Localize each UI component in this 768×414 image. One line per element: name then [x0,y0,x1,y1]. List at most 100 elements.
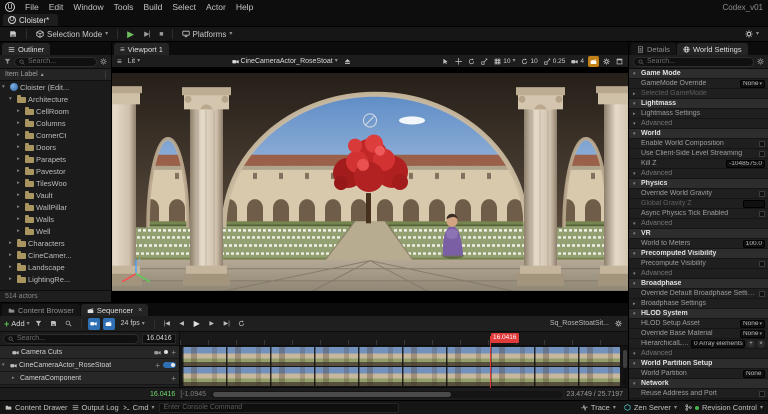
camera-lock-icon[interactable] [154,349,161,356]
sequence-breadcrumb[interactable]: Sq_RoseStoatSit... [550,320,609,327]
sequencer-add-button[interactable]: +Add▾ [4,319,30,329]
details-row[interactable]: ▸ Lightmass Settings ▾ + × [629,109,768,119]
rotation-snap-toggle[interactable]: 10 [519,56,539,67]
lock-viewport-to-camera-button[interactable] [103,318,115,330]
details-row[interactable]: ▾ Precomputed Visibility ▾ + × [629,249,768,259]
zen-server-button[interactable]: Zen Server ▾ [624,403,677,412]
add-section-icon[interactable]: + [171,374,176,383]
menu-item[interactable]: Actor [201,2,231,12]
sequencer-track[interactable]: ▾ CineCameraActor_RoseStoat + [0,359,179,372]
details-row[interactable]: ▾ Physics ▾ + × [629,179,768,189]
details-settings-icon[interactable] [757,58,764,65]
save-sequence-button[interactable] [48,318,60,330]
cmd-dropdown[interactable]: Cmd ▾ [123,403,155,412]
go-to-end-button[interactable]: ▶| [221,318,233,330]
details-row[interactable]: Global Gravity Z ▾ + × [629,199,768,209]
property-checkbox[interactable] [759,291,765,297]
details-row[interactable]: Reuse Address and Port ▾ + × [629,389,768,399]
tab-viewport-1[interactable]: ≡ Viewport 1 [114,43,169,55]
property-checkbox[interactable] [759,261,765,267]
scale-snap-toggle[interactable]: 0.25 [542,56,568,67]
menu-item[interactable]: Build [138,2,167,12]
details-row[interactable]: ▾ HLOD System ▾ + × [629,309,768,319]
array-add-icon[interactable]: + [747,340,755,348]
outliner-tree-item[interactable]: ▸ CellRoom [0,105,111,117]
menu-item[interactable]: Help [231,2,258,12]
3d-viewport-scene[interactable]: z [112,68,628,302]
menu-item[interactable]: File [20,2,44,12]
view-mode-dropdown[interactable]: Lit▾ [126,56,142,67]
outliner-tree-item[interactable]: ▾ Architecture [0,93,111,105]
outliner-tree-item[interactable]: ▸ Well [0,225,111,237]
frame-skip-button[interactable]: ▶| [140,28,153,41]
playhead-time-tag[interactable]: 16.0416 [491,333,519,343]
details-row[interactable]: World to Meters 100.0▾ + × [629,239,768,249]
camera-speed-button[interactable]: 4 [569,56,586,67]
details-row[interactable]: ▸ Broadphase Settings ▾ + × [629,299,768,309]
settings-button[interactable]: ▾ [741,28,763,41]
maximize-viewport-button[interactable] [614,56,625,67]
find-in-content-browser-button[interactable] [63,318,75,330]
outliner-tree-item[interactable]: ▸ Columns [0,117,111,129]
property-value-field[interactable]: -1048575.0▾ [726,160,765,168]
console-command-input[interactable]: Enter Console Command [159,403,399,413]
outliner-tree-item[interactable]: ▸ Landscape [0,261,111,273]
details-row[interactable]: ▾ Broadphase ▾ + × [629,279,768,289]
viewport-settings-button[interactable] [601,56,612,67]
revision-control-button[interactable]: Revision Control ▾ [685,403,763,412]
menu-item[interactable]: Edit [44,2,69,12]
property-value-field[interactable]: 0 Array elements▾ [691,340,745,348]
output-log-button[interactable]: Output Log [72,403,119,412]
menu-item[interactable]: Tools [109,2,139,12]
property-value-field[interactable]: None▾ [743,370,765,378]
outliner-tree-item[interactable]: ▸ TilesWoo [0,177,111,189]
details-row[interactable]: Enable World Composition ▾ + × [629,139,768,149]
tab-cloister-level[interactable]: U Cloister* [3,14,58,26]
timeline-horizontal-scrollbar[interactable] [211,391,562,398]
details-row[interactable]: ▾ Network ▾ + × [629,379,768,389]
pilot-camera-dropdown[interactable]: CineCameraActor_RoseStoat ▾ [230,56,340,67]
details-search-input[interactable]: Search... [633,57,754,67]
outliner-tree-item[interactable]: ▸ LightingRe... [0,273,111,285]
property-value-field[interactable]: None▾ [740,80,765,88]
create-camera-button[interactable] [88,318,100,330]
sequencer-track[interactable]: Camera Cuts + [0,346,179,359]
details-row[interactable]: ▾ Lightmass ▾ + × [629,99,768,109]
trace-button[interactable]: Trace ▾ [581,403,616,412]
outliner-tree-item[interactable]: ▸ Characters [0,237,111,249]
details-row[interactable]: Use Client-Side Level Streaming ▾ + × [629,149,768,159]
current-time-field[interactable]: 16.0416 [142,334,176,344]
property-checkbox[interactable] [759,141,765,147]
details-row[interactable]: Async Physics Tick Enabled ▾ + × [629,209,768,219]
next-frame-button[interactable]: ▶ [206,318,218,330]
timeline-vertical-scrollbar[interactable] [623,348,627,385]
filter-icon[interactable] [4,58,11,65]
details-row[interactable]: HLOD Setup Asset None▾ + × [629,319,768,329]
outliner-tree-item[interactable]: ▾ Cloister (Edit... [0,81,111,93]
tab-content-browser[interactable]: Content Browser [2,304,80,316]
details-row[interactable]: Override World Gravity ▾ + × [629,189,768,199]
property-checkbox[interactable] [759,191,765,197]
outliner-tree-item[interactable]: ▸ CornerCt [0,129,111,141]
scale-tool-button[interactable] [479,56,490,67]
timeline-area[interactable] [180,346,628,387]
sequence-options-button[interactable] [612,318,624,330]
grid-snap-toggle[interactable]: 10▾ [492,56,517,67]
frame-rate-dropdown[interactable]: 24 fps▾ [118,320,148,327]
outliner-tree-item[interactable]: ▸ Pavestor [0,165,111,177]
save-button[interactable] [5,28,21,41]
unreal-logo-icon[interactable]: U [5,2,15,12]
details-row[interactable]: ▾ Advanced ▾ + × [629,169,768,179]
sequencer-filter-button[interactable] [33,318,45,330]
outliner-tree-item[interactable]: ▸ Vault [0,189,111,201]
add-section-icon[interactable]: + [155,361,160,370]
sequencer-search-input[interactable]: Search... [3,334,139,344]
details-row[interactable]: ▾ Advanced ▾ + × [629,349,768,359]
previous-frame-button[interactable]: ◀ [176,318,188,330]
array-clear-icon[interactable]: × [757,340,765,348]
viewport-options-menu[interactable]: ≡ [115,56,124,67]
tab-details[interactable]: Details [631,43,676,55]
loop-toggle-button[interactable] [236,318,248,330]
details-row[interactable]: Override Default Broadphase Settings ▾ +… [629,289,768,299]
outliner-tree-item[interactable]: ▸ Parapets [0,153,111,165]
